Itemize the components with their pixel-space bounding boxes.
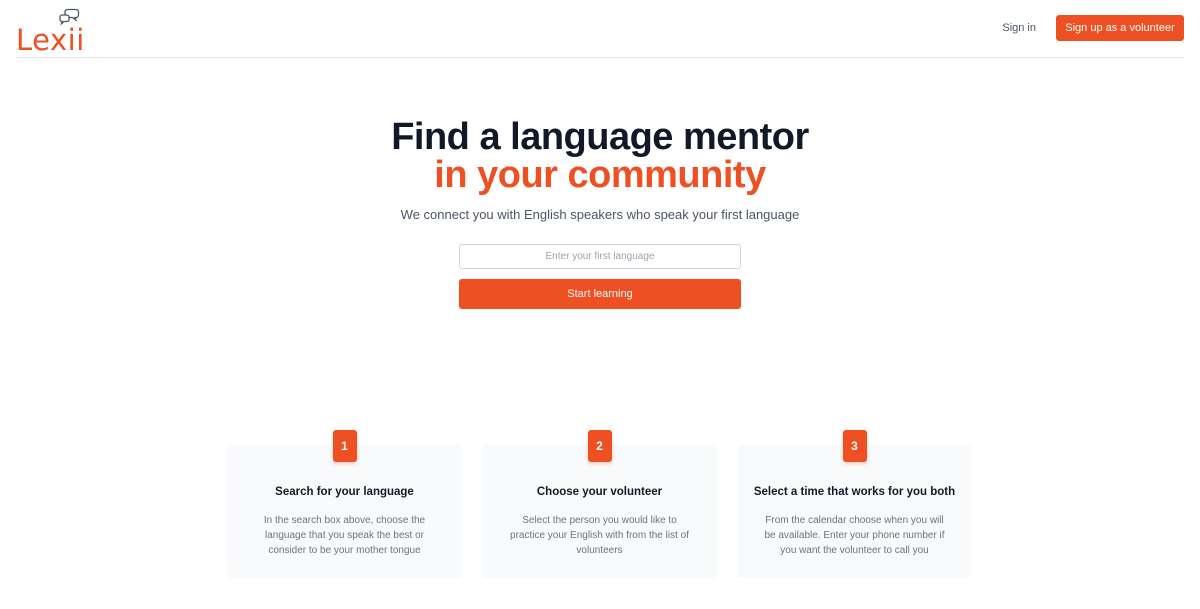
step-title: Search for your language bbox=[275, 486, 414, 498]
step-number-badge: 1 bbox=[332, 430, 357, 462]
step-description: From the calendar choose when you will b… bbox=[764, 515, 945, 556]
signin-link[interactable]: Sign in bbox=[1002, 20, 1036, 36]
logo-text: Lexii bbox=[16, 23, 85, 57]
signup-volunteer-button[interactable]: Sign up as a volunteer bbox=[1056, 15, 1184, 41]
step-description: In the search box above, choose the lang… bbox=[263, 515, 426, 556]
step-number-badge: 3 bbox=[842, 430, 867, 462]
step-number-badge: 2 bbox=[587, 430, 612, 462]
start-learning-button[interactable]: Start learning bbox=[459, 279, 741, 309]
step-card: 1 Search for your language In the search… bbox=[227, 430, 462, 578]
language-search-input[interactable] bbox=[459, 244, 741, 269]
step-card: 2 Choose your volunteer Select the perso… bbox=[482, 430, 717, 578]
hero-subtitle: We connect you with English speakers who… bbox=[400, 207, 800, 222]
logo[interactable]: Lexii bbox=[16, 8, 84, 56]
step-title: Select a time that works for you both bbox=[753, 486, 956, 498]
chat-bubbles-icon bbox=[59, 8, 80, 26]
hero-title: Find a language mentor bbox=[391, 116, 809, 158]
step-title: Choose your volunteer bbox=[536, 486, 663, 498]
hero-title-accent: in your community bbox=[434, 154, 766, 196]
step-card: 3 Select a time that works for you both … bbox=[737, 430, 972, 578]
site-header: Lexii Sign in Sign up as a volunteer bbox=[16, 0, 1184, 58]
step-description: Select the person you would like to prac… bbox=[510, 515, 689, 556]
